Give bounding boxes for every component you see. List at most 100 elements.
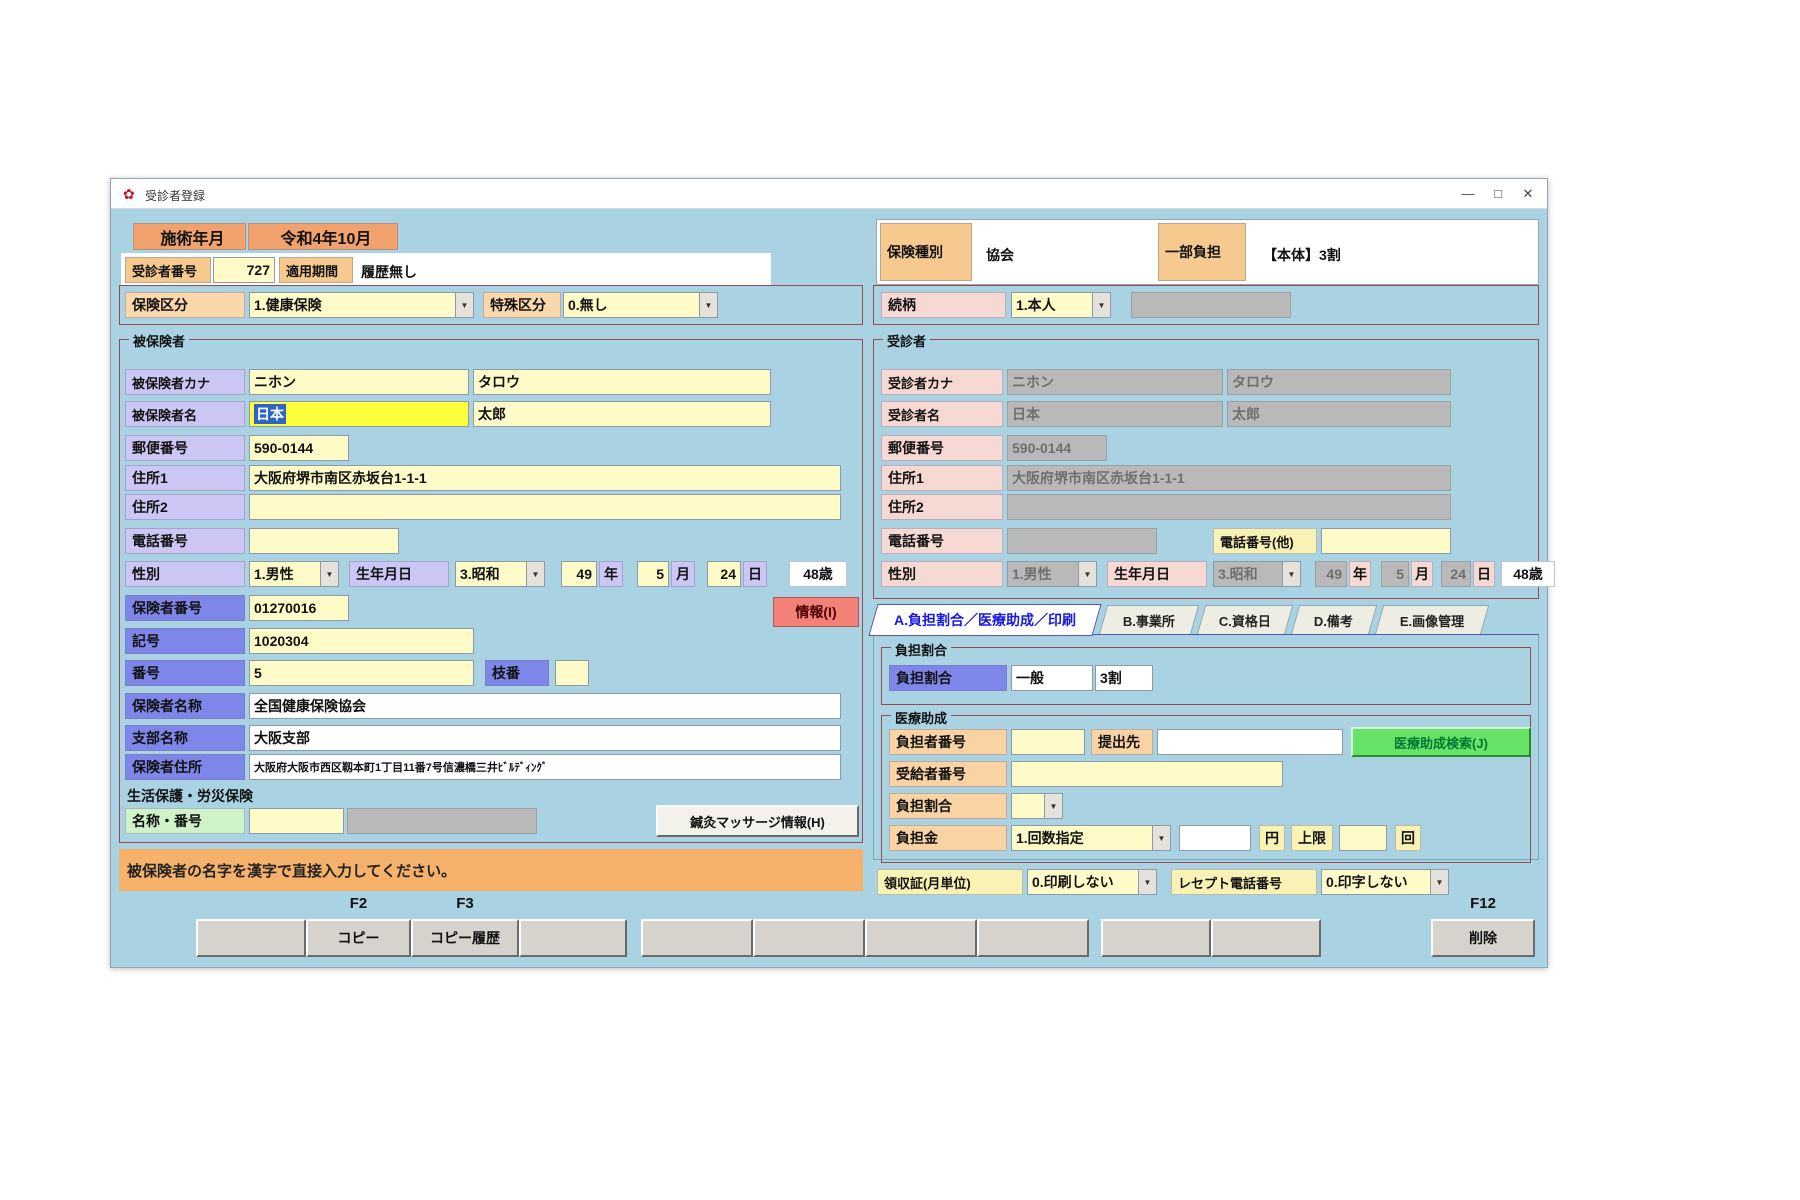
burden-ratio-rate-field: 3割 (1095, 665, 1153, 691)
receipt-monthly-select[interactable]: 0.印刷しない▼ (1027, 869, 1157, 895)
function-button-blank[interactable] (1211, 919, 1321, 957)
insured-addr1-field[interactable]: 大阪府堺市南区赤坂台1-1-1 (249, 465, 841, 491)
submit-to-field[interactable] (1157, 729, 1343, 755)
recipient-no-field[interactable] (1011, 761, 1283, 787)
welfare-section-title: 生活保護・労災保険 (127, 786, 253, 806)
special-class-select[interactable]: 0.無し▼ (563, 292, 718, 318)
maximize-button[interactable]: □ (1485, 183, 1511, 204)
function-button-blank[interactable] (865, 919, 977, 957)
period-label: 適用期間 (279, 257, 353, 283)
insured-birth-month-field[interactable]: 5 (637, 561, 669, 587)
insurer-no-field[interactable]: 01270016 (249, 595, 349, 621)
dropdown-arrow-icon: ▼ (526, 562, 544, 586)
number-label: 番号 (125, 660, 245, 686)
payer-no-field[interactable] (1011, 729, 1085, 755)
subsidy-amount-label: 負担金 (889, 825, 1007, 851)
recipient-no-label: 受給者番号 (889, 761, 1007, 787)
close-button[interactable]: ✕ (1515, 183, 1541, 204)
delete-button[interactable]: 削除 (1431, 919, 1535, 957)
patient-name-last-field: 日本 (1007, 401, 1223, 427)
insurer-no-label: 保険者番号 (125, 595, 245, 621)
insured-addr2-field[interactable] (249, 494, 841, 520)
patient-no-label: 受診者番号 (125, 257, 211, 283)
insured-birth-day-field[interactable]: 24 (707, 561, 741, 587)
info-button[interactable]: 情報(I) (773, 597, 859, 627)
function-button-blank[interactable] (977, 919, 1089, 957)
dropdown-arrow-icon: ▼ (1044, 794, 1062, 818)
copy-button[interactable]: コピー (306, 919, 411, 957)
dropdown-arrow-icon: ▼ (699, 293, 717, 317)
tab-qualification-date[interactable]: C.資格日 (1197, 605, 1294, 635)
subsidy-ratio-label: 負担割合 (889, 793, 1007, 819)
insured-sex-select[interactable]: 1.男性▼ (249, 561, 339, 587)
patient-kana-label: 受診者カナ (881, 369, 1003, 395)
branch-no-field[interactable] (555, 660, 589, 686)
subsidy-amount-field[interactable] (1179, 825, 1251, 851)
copy-history-button[interactable]: コピー履歴 (411, 919, 519, 957)
dropdown-arrow-icon: ▼ (1138, 870, 1156, 894)
tab-image-management[interactable]: E.画像管理 (1375, 605, 1490, 635)
minimize-button[interactable]: — (1455, 183, 1481, 204)
insurer-addr-label: 保険者住所 (125, 754, 245, 780)
dropdown-arrow-icon: ▼ (1152, 826, 1170, 850)
function-button-blank[interactable] (641, 919, 753, 957)
insured-kana-first-field[interactable]: タロウ (473, 369, 771, 395)
tab-burden-subsidy-print[interactable]: A.負担割合／医療助成／印刷 (868, 604, 1101, 636)
yen-unit: 円 (1259, 825, 1285, 851)
patient-birth-year-field: 49 (1315, 561, 1347, 587)
insured-era-select[interactable]: 3.昭和▼ (455, 561, 545, 587)
receipt-phone-select[interactable]: 0.印字しない▼ (1321, 869, 1449, 895)
function-button-blank[interactable] (753, 919, 865, 957)
patient-tel-other-field[interactable] (1321, 528, 1451, 554)
insured-zip-field[interactable]: 590-0144 (249, 435, 349, 461)
insured-age-value: 48歳 (789, 561, 847, 587)
patient-year-unit: 年 (1349, 561, 1371, 587)
subsidy-amount-select[interactable]: 1.回数指定▼ (1011, 825, 1171, 851)
function-button-blank[interactable] (196, 919, 306, 957)
dropdown-arrow-icon: ▼ (1078, 562, 1096, 586)
insurer-name-label: 保険者名称 (125, 693, 245, 719)
insured-tel-field[interactable] (249, 528, 399, 554)
upper-limit-label: 上限 (1291, 825, 1333, 851)
receipt-monthly-label: 領収証(月単位) (877, 869, 1023, 895)
relationship-select[interactable]: 1.本人▼ (1011, 292, 1111, 318)
subsidy-search-button[interactable]: 医療助成検索(J) (1351, 727, 1531, 757)
symbol-label: 記号 (125, 628, 245, 654)
special-class-label: 特殊区分 (483, 292, 561, 318)
patient-no-field[interactable]: 727 (213, 257, 275, 283)
function-button-blank[interactable] (519, 919, 627, 957)
patient-name-first-field: 太郎 (1227, 401, 1451, 427)
insured-tel-label: 電話番号 (125, 528, 245, 554)
insurance-class-select[interactable]: 1.健康保険▼ (249, 292, 474, 318)
dropdown-arrow-icon: ▼ (320, 562, 338, 586)
tab-workplace[interactable]: B.事業所 (1099, 605, 1200, 635)
treatment-ym-label: 施術年月 (133, 223, 246, 250)
f12-key-label: F12 (1431, 895, 1535, 912)
app-window: ✿ 受診者登録 — □ ✕ 施術年月 令和4年10月 受診者番号 727 適用期… (110, 178, 1548, 968)
patient-name-label: 受診者名 (881, 401, 1003, 427)
patient-birth-month-field: 5 (1381, 561, 1409, 587)
medical-subsidy-group-title: 医療助成 (891, 708, 951, 727)
symbol-field[interactable]: 1020304 (249, 628, 474, 654)
relationship-label: 続柄 (881, 292, 1006, 318)
insured-kana-last-field[interactable]: ニホン (249, 369, 469, 395)
branch-name-field[interactable]: 大阪支部 (249, 725, 841, 751)
massage-info-button[interactable]: 鍼灸マッサージ情報(H) (656, 805, 859, 837)
welfare-code-field[interactable] (249, 808, 344, 834)
insured-birth-year-field[interactable]: 49 (561, 561, 597, 587)
patient-addr2-field (1007, 494, 1451, 520)
dropdown-arrow-icon: ▼ (1092, 293, 1110, 317)
number-field[interactable]: 5 (249, 660, 474, 686)
patient-month-unit: 月 (1411, 561, 1433, 587)
insurer-name-field[interactable]: 全国健康保険協会 (249, 693, 841, 719)
insured-group-title: 被保険者 (129, 331, 189, 350)
tab-remarks[interactable]: D.備考 (1291, 605, 1378, 635)
insurer-addr-field[interactable]: 大阪府大阪市西区靱本町1丁目11番7号信濃橋三井ﾋﾞﾙﾃﾞｨﾝｸﾞ (249, 754, 841, 780)
title-bar: ✿ 受診者登録 — □ ✕ (111, 179, 1547, 209)
welfare-name-label: 名称・番号 (125, 808, 245, 834)
subsidy-ratio-select[interactable]: ▼ (1011, 793, 1063, 819)
insured-name-last-field[interactable]: 日本 (249, 401, 469, 427)
insured-name-first-field[interactable]: 太郎 (473, 401, 771, 427)
function-button-blank[interactable] (1101, 919, 1211, 957)
upper-limit-field[interactable] (1339, 825, 1387, 851)
